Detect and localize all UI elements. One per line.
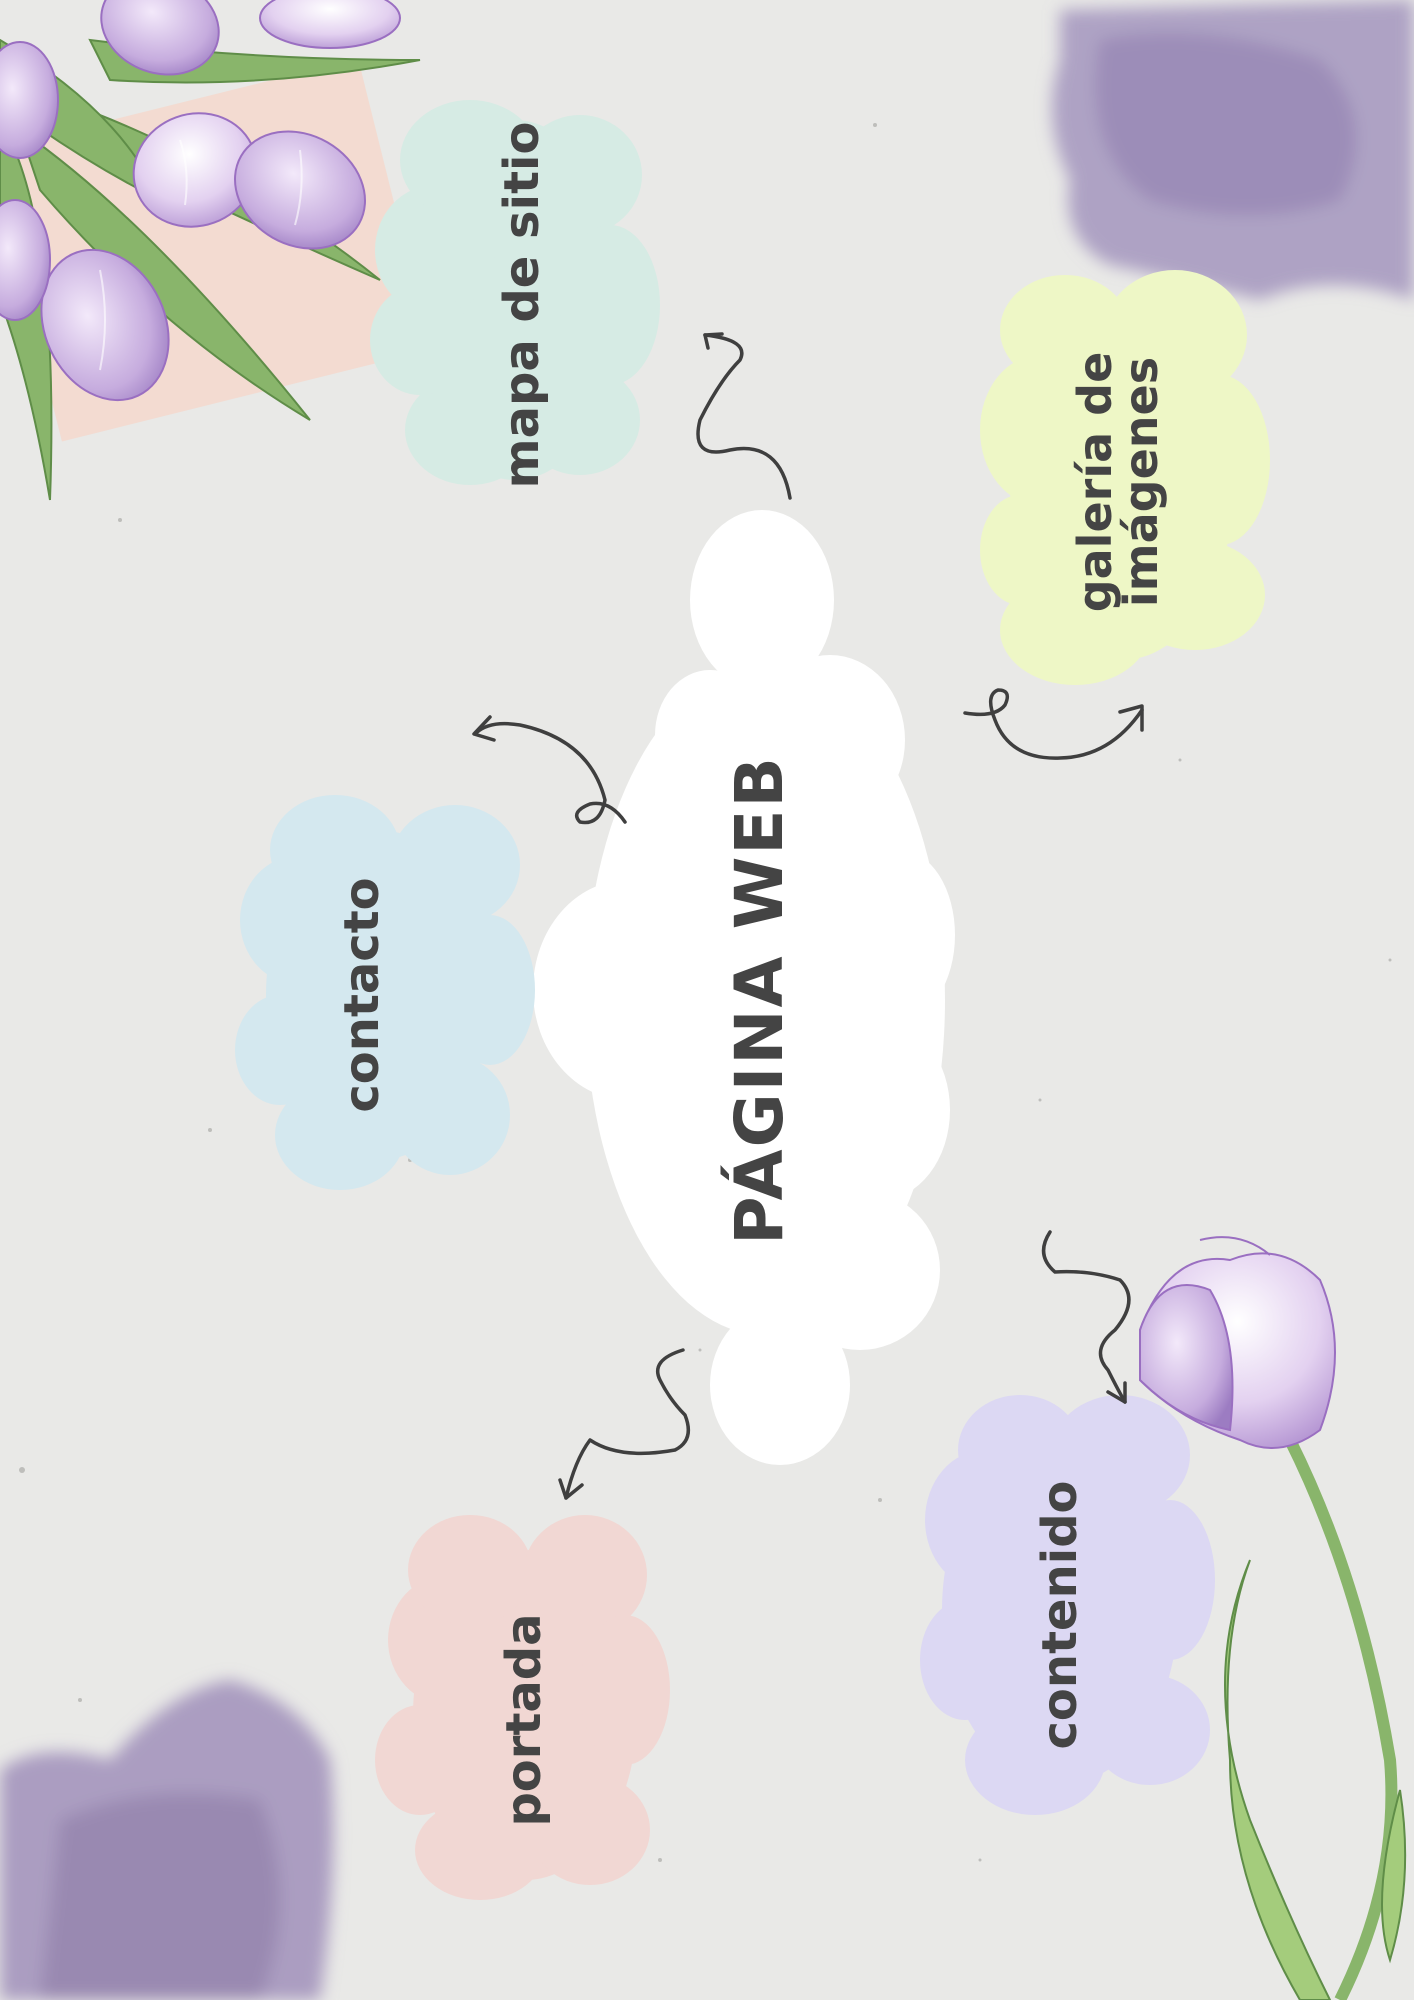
node-label-galeria: galería de imágenes [1068, 351, 1168, 613]
node-label-contenido: contenido [1032, 1480, 1088, 1750]
watercolor-stain-bottom-left [0, 1680, 334, 2000]
mind-map-canvas [0, 0, 1414, 2000]
arrow-to-contacto [472, 715, 627, 825]
arrow-to-portada [558, 1348, 691, 1500]
center-title: PÁGINA WEB [721, 755, 798, 1245]
node-label-mapa-de-sitio: mapa de sitio [494, 121, 550, 489]
watercolor-stain-top-right [1052, 0, 1414, 300]
node-label-galeria-line1: galería de [1068, 351, 1122, 613]
tulip-bouquet [0, 0, 431, 501]
node-label-galeria-line2: imágenes [1114, 356, 1168, 608]
node-label-contacto: contacto [334, 877, 390, 1113]
node-label-portada: portada [496, 1613, 552, 1827]
arrow-to-galeria [963, 688, 1144, 760]
arrow-to-contenido [1041, 1230, 1131, 1404]
arrow-to-mapa [696, 332, 792, 500]
